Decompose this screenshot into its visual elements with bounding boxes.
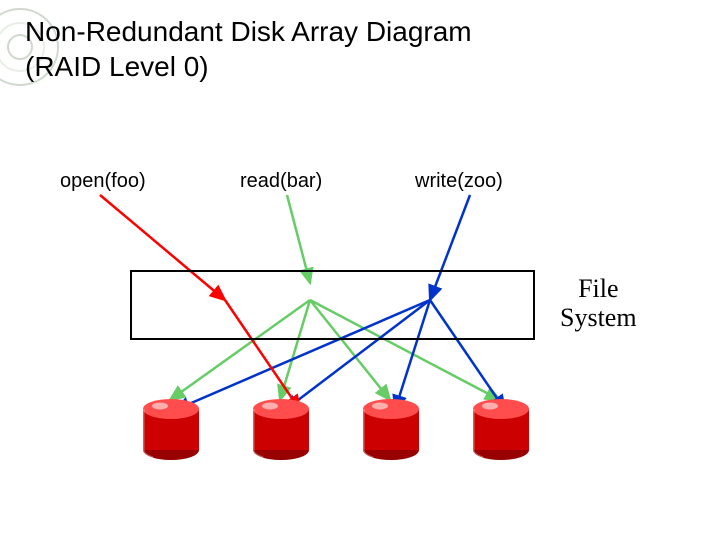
disk-0: [140, 395, 202, 465]
disk-3: [470, 395, 532, 465]
fs-label-line-1: File: [578, 274, 618, 303]
op-label-read: read(bar): [240, 170, 322, 193]
op-label-open: open(foo): [60, 170, 146, 193]
title-line-1: Non-Redundant Disk Array Diagram: [25, 16, 472, 47]
slide-title: Non-Redundant Disk Array Diagram (RAID L…: [25, 14, 472, 84]
disk-1: [250, 395, 312, 465]
op-label-open-text: open(foo): [60, 170, 146, 192]
file-system-label: File System: [560, 275, 637, 332]
file-system-box: [130, 270, 535, 340]
op-label-write: write(zoo): [415, 170, 503, 193]
title-line-2: (RAID Level 0): [25, 51, 209, 82]
fs-label-line-2: System: [560, 303, 637, 332]
op-label-write-text: write(zoo): [415, 170, 503, 192]
op-label-read-text: read(bar): [240, 170, 322, 192]
disk-2: [360, 395, 422, 465]
